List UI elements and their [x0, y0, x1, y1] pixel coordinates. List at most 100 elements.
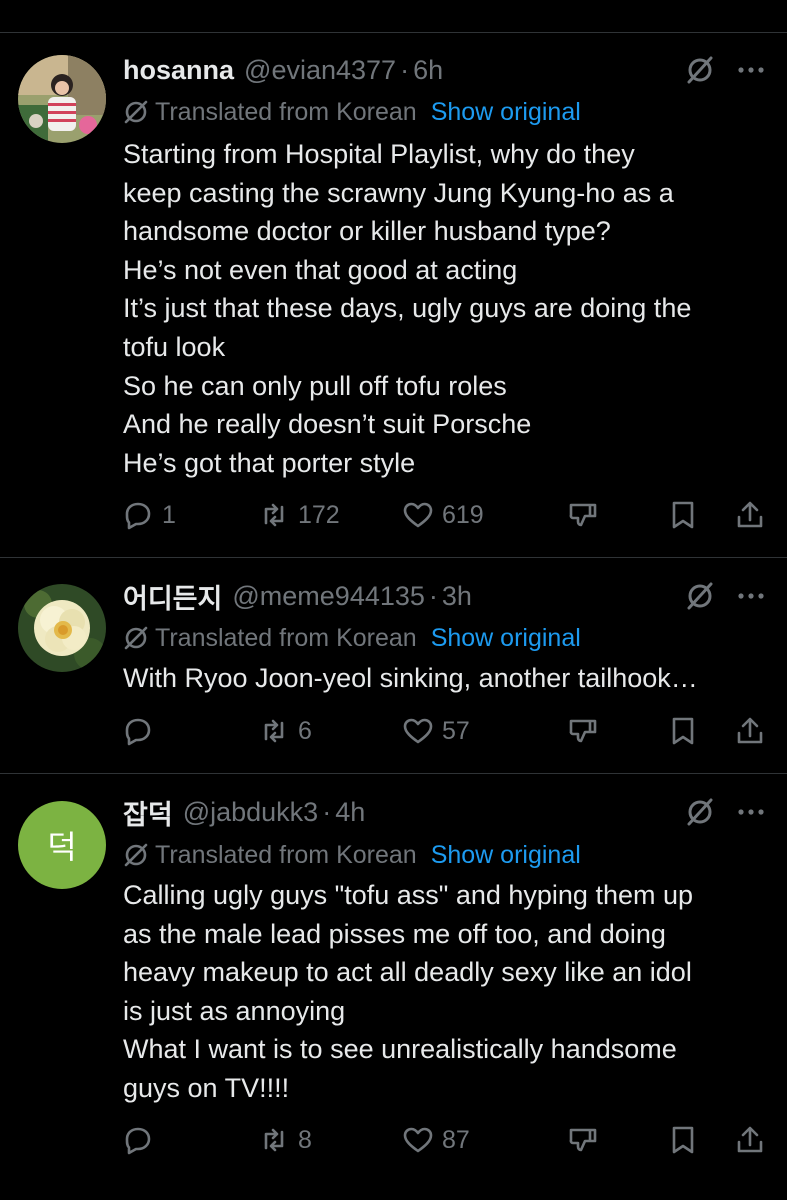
avatar[interactable]: [18, 584, 106, 672]
avatar[interactable]: 덕: [18, 801, 106, 889]
show-original-link[interactable]: Show original: [431, 841, 581, 870]
tweet-line: heavy makeup to act all deadly sexy like…: [123, 957, 692, 988]
repost-icon: [264, 1128, 284, 1152]
dislike-button[interactable]: [567, 495, 599, 535]
repost-button[interactable]: 172: [258, 495, 340, 535]
translate-icon: [124, 100, 148, 124]
dislike-icon: [569, 719, 597, 743]
repost-icon: [264, 503, 284, 527]
reply-count: 1: [162, 500, 176, 529]
like-count: 87: [442, 1125, 470, 1154]
like-icon: [403, 718, 433, 744]
reply-icon: [125, 718, 151, 746]
translate-icon: [124, 843, 148, 867]
tweet-line: tofu look: [123, 331, 226, 362]
like-button[interactable]: 87: [402, 1120, 470, 1160]
display-name[interactable]: 잡덕: [123, 793, 173, 832]
repost-button[interactable]: 8: [258, 1120, 312, 1160]
translated-label: Translated from Korean: [155, 97, 417, 126]
reply-icon: [125, 502, 151, 530]
tweet-line: He’s not even that good at acting: [123, 254, 518, 285]
separator-dot: ·: [428, 580, 438, 611]
bookmark-icon: [672, 501, 694, 529]
translated-label: Translated from Korean: [155, 623, 417, 652]
more-icon[interactable]: [735, 581, 767, 611]
dislike-button[interactable]: [567, 1120, 599, 1160]
tweet[interactable]: 덕 잡덕 @jabdukk3 · 4h Translated from Kore…: [0, 774, 787, 1200]
reply-button[interactable]: 1: [122, 495, 176, 535]
show-original-link[interactable]: Show original: [431, 624, 581, 653]
avatar-letter: 덕: [47, 828, 77, 866]
translation-row: Translated from Korean Show original: [123, 622, 581, 654]
share-icon: [737, 501, 763, 528]
like-button[interactable]: 619: [402, 495, 484, 535]
bookmark-button[interactable]: [667, 711, 699, 751]
tweet-line: Starting from Hospital Playlist, why do …: [123, 139, 635, 169]
action-bar: 1 172 619: [0, 495, 787, 535]
share-icon: [737, 717, 763, 744]
reply-icon: [125, 1127, 151, 1155]
dislike-icon: [569, 503, 597, 527]
tweet[interactable]: 어디든지 @meme944135 · 3h Translated from Ko…: [0, 558, 787, 774]
tweet-text: With Ryoo Joon-yeol sinking, another tai…: [123, 659, 773, 698]
like-button[interactable]: 57: [402, 711, 470, 751]
dislike-icon: [569, 1128, 597, 1152]
tweet-line: So he can only pull off tofu roles: [123, 370, 507, 401]
bookmark-button[interactable]: [667, 495, 699, 535]
separator-dot: ·: [400, 54, 410, 85]
repost-count: 172: [298, 500, 340, 529]
translation-row: Translated from Korean Show original: [123, 839, 581, 871]
tweet-line: is just as annoying: [123, 995, 346, 1026]
translation-row: Translated from Korean Show original: [123, 96, 581, 128]
repost-button[interactable]: 6: [258, 711, 312, 751]
user-handle[interactable]: @evian4377: [244, 55, 396, 86]
dislike-button[interactable]: [567, 711, 599, 751]
more-icon[interactable]: [735, 797, 767, 827]
timestamp[interactable]: 3h: [442, 581, 472, 612]
grok-icon[interactable]: [685, 55, 715, 85]
repost-count: 8: [298, 1125, 312, 1154]
tweet-line: And he really doesn’t suit Porsche: [123, 409, 532, 440]
more-icon[interactable]: [735, 55, 767, 85]
tweet-line: With Ryoo Joon-yeol sinking, another tai…: [123, 663, 698, 693]
like-count: 619: [442, 500, 484, 529]
action-bar: 6 57: [0, 711, 787, 751]
grok-icon[interactable]: [685, 797, 715, 827]
timestamp[interactable]: 4h: [335, 797, 365, 828]
like-icon: [403, 1127, 433, 1153]
reply-button[interactable]: [122, 1120, 162, 1160]
separator-dot: ·: [322, 796, 332, 827]
user-handle[interactable]: @jabdukk3: [183, 797, 319, 828]
tweet-line: It’s just that these days, ugly guys are…: [123, 293, 692, 324]
repost-count: 6: [298, 716, 312, 745]
grok-icon[interactable]: [685, 581, 715, 611]
tweet-text: Starting from Hospital Playlist, why do …: [123, 135, 773, 482]
tweet[interactable]: hosanna @evian4377 · 6h Translated from …: [0, 33, 787, 558]
translate-icon: [124, 626, 148, 650]
avatar[interactable]: [18, 55, 106, 143]
show-original-link[interactable]: Show original: [431, 98, 581, 127]
like-count: 57: [442, 716, 470, 745]
display-name[interactable]: hosanna: [123, 55, 234, 86]
tweet-line: guys on TV!!!!: [123, 1072, 290, 1103]
bookmark-icon: [672, 717, 694, 745]
tweet-line: handsome doctor or killer husband type?: [123, 216, 611, 247]
share-button[interactable]: [734, 711, 766, 751]
action-bar: 8 87: [0, 1120, 787, 1160]
bookmark-icon: [672, 1126, 694, 1154]
tweet-line: as the male lead pisses me off too, and …: [123, 918, 666, 949]
tweet-line: What I want is to see unrealistically ha…: [123, 1034, 677, 1065]
tweet-text: Calling ugly guys "tofu ass" and hyping …: [123, 876, 773, 1108]
user-handle[interactable]: @meme944135: [232, 581, 425, 612]
repost-icon: [264, 719, 284, 743]
timestamp[interactable]: 6h: [413, 55, 443, 86]
share-button[interactable]: [734, 495, 766, 535]
tweet-line: He’s got that porter style: [123, 447, 416, 478]
bookmark-button[interactable]: [667, 1120, 699, 1160]
translated-label: Translated from Korean: [155, 840, 417, 869]
reply-button[interactable]: [122, 711, 162, 751]
share-icon: [737, 1126, 763, 1153]
display-name[interactable]: 어디든지: [123, 577, 222, 616]
share-button[interactable]: [734, 1120, 766, 1160]
like-icon: [403, 502, 433, 528]
